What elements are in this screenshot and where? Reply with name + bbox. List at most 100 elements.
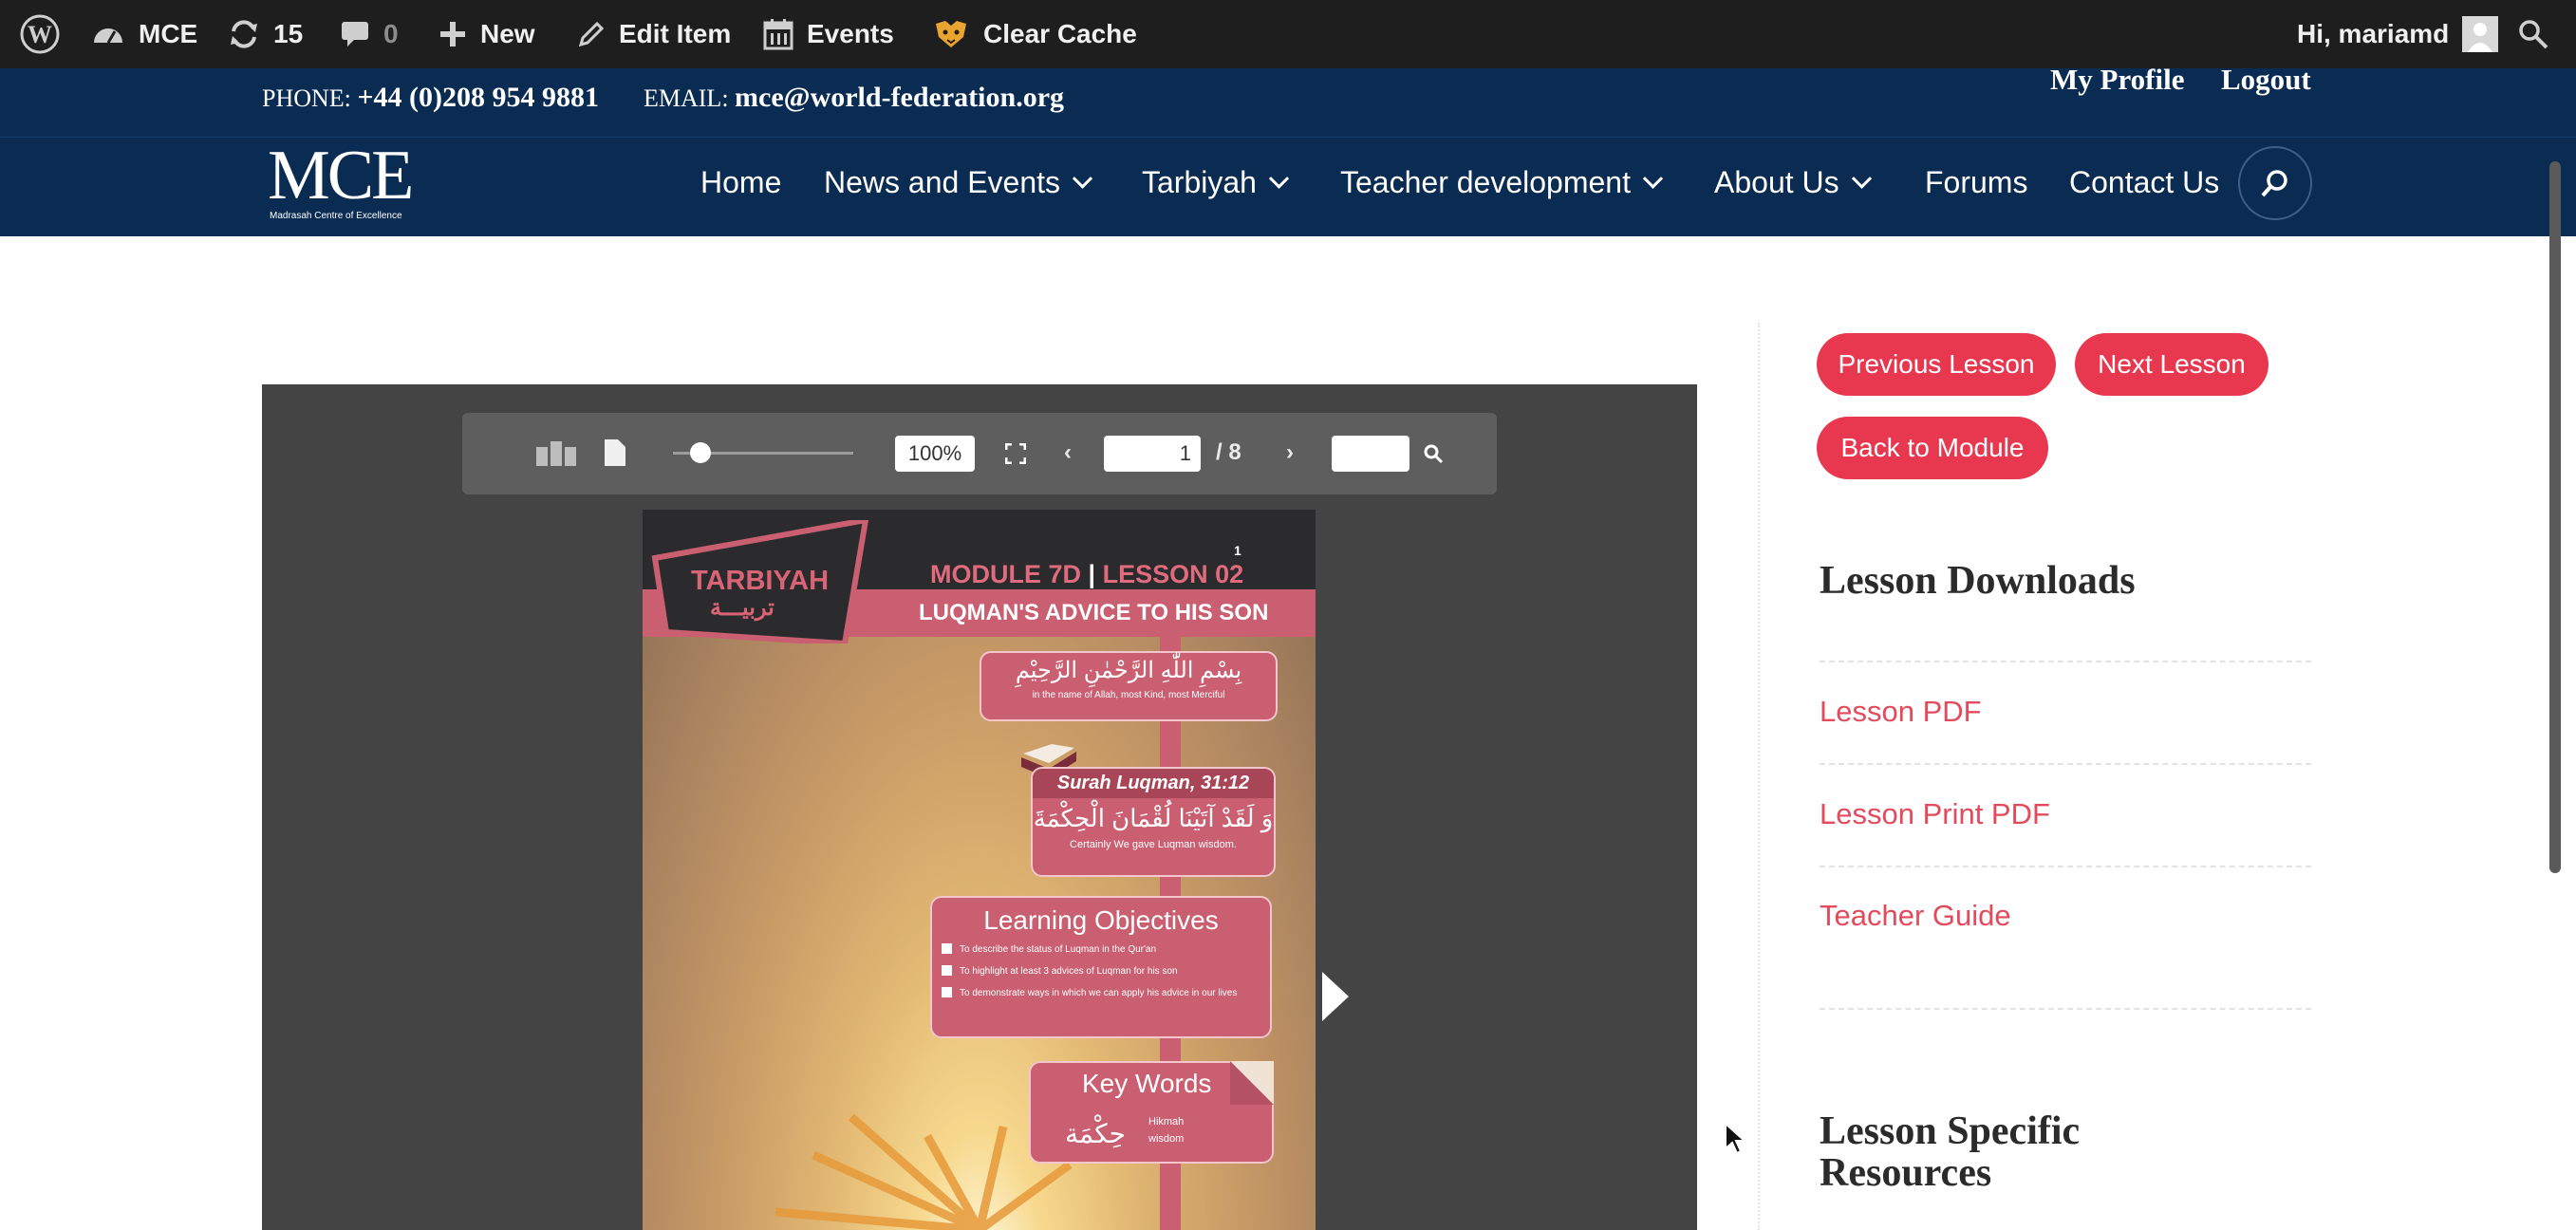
chevron-down-icon	[1642, 168, 1664, 189]
cheetah-icon	[932, 18, 970, 50]
clear-cache-label: Clear Cache	[983, 19, 1137, 48]
phone-number[interactable]: +44 (0)208 954 9881	[357, 82, 599, 113]
divider	[1820, 661, 2311, 662]
admin-bar: W MCE 15 0 New Edit Item Events Clear Ca…	[0, 0, 2576, 68]
phone-info: PHONE: +44 (0)208 954 9881	[262, 82, 599, 114]
zoom-slider-handle[interactable]	[689, 442, 711, 463]
fullscreen-icon[interactable]	[1004, 442, 1027, 469]
heading-separator: |	[1088, 560, 1096, 588]
lesson-resources-heading: Lesson Specific Resources	[1820, 1110, 2080, 1194]
checkbox-icon	[942, 987, 952, 997]
objective-text: To highlight at least 3 advices of Luqma…	[960, 966, 1178, 977]
single-page-icon[interactable]	[605, 439, 625, 471]
email-address[interactable]: mce@world-federation.org	[735, 82, 1064, 113]
page-number: 1	[1234, 543, 1241, 558]
email-label: EMAIL:	[644, 84, 729, 112]
chevron-down-icon	[1851, 168, 1872, 189]
search-icon	[2261, 170, 2287, 197]
updates-count: 15	[273, 19, 304, 48]
key-word-english: wisdom	[1148, 1133, 1185, 1145]
refresh-icon	[228, 18, 260, 50]
nav-about-label: About Us	[1714, 164, 1839, 199]
new-content-menu[interactable]: New	[439, 0, 535, 68]
divider	[1820, 1008, 2311, 1010]
surah-reference: Surah Luqman, 31:12	[1033, 769, 1274, 798]
avatar	[2462, 16, 2499, 52]
lesson-pdf-link[interactable]: Lesson PDF	[1820, 695, 1982, 729]
viewer-toolbar: 100% ‹ 1 / 8 ›	[462, 413, 1497, 494]
nav-contact-us[interactable]: Contact Us	[2069, 158, 2219, 207]
objective-text: To describe the status of Luqman in the …	[960, 944, 1157, 955]
updates-menu[interactable]: 15	[228, 0, 303, 68]
bismillah-english: in the name of Allah, most Kind, most Me…	[1032, 690, 1225, 700]
calendar-icon	[763, 18, 793, 50]
page-number-input[interactable]: 1	[1104, 436, 1201, 472]
lesson-label: LESSON 02	[1102, 560, 1244, 588]
dashboard-icon	[91, 20, 125, 48]
svg-text:W: W	[28, 21, 52, 48]
key-word-transliteration: Hikmah	[1148, 1116, 1185, 1128]
tarbiyah-badge-ar: تربيـــة	[710, 595, 775, 621]
objectives-title: Learning Objectives	[983, 905, 1219, 935]
edit-item-label: Edit Item	[619, 19, 732, 48]
thumbnails-icon[interactable]	[536, 441, 578, 471]
nav-home[interactable]: Home	[700, 158, 781, 207]
key-words-box: Key Words حِكْمَة Hikmah wisdom	[1029, 1061, 1274, 1164]
previous-lesson-button[interactable]: Previous Lesson	[1817, 333, 2056, 396]
nav-forums[interactable]: Forums	[1925, 158, 2027, 207]
comment-bubble-icon	[340, 20, 370, 48]
nav-tarbiyah[interactable]: Tarbiyah	[1142, 158, 1290, 207]
page-scrollbar[interactable]	[2549, 161, 2561, 873]
verse-box: Surah Luqman, 31:12 وَ لَقَدْ آتَيْنَا ل…	[1031, 767, 1276, 877]
chevron-down-icon	[1072, 168, 1093, 189]
total-pages: / 8	[1216, 439, 1241, 465]
lesson-downloads-heading: Lesson Downloads	[1820, 559, 2136, 603]
account-menu[interactable]: Hi, mariamd	[2297, 0, 2499, 68]
nav-teacher-label: Teacher development	[1340, 164, 1631, 199]
module-heading: MODULE 7D | LESSON 02	[930, 560, 1243, 589]
site-name-menu[interactable]: MCE	[91, 0, 197, 68]
site-logo[interactable]: MCE	[268, 140, 414, 211]
plus-icon	[439, 20, 467, 48]
objectives-list: To describe the status of Luqman in the …	[942, 943, 1260, 1000]
nav-about-us[interactable]: About Us	[1714, 158, 1872, 207]
clear-cache-button[interactable]: Clear Cache	[932, 0, 1137, 68]
nav-teacher-development[interactable]: Teacher development	[1340, 158, 1664, 207]
next-page-arrow[interactable]	[1322, 972, 1349, 1021]
nav-search-button[interactable]	[2238, 146, 2312, 220]
my-profile-link[interactable]: My Profile	[2050, 63, 2184, 97]
zoom-percent-field[interactable]: 100%	[895, 436, 975, 472]
comments-menu[interactable]: 0	[340, 0, 399, 68]
verse-english: Certainly We gave Luqman wisdom.	[1070, 839, 1237, 850]
viewer-search-icon[interactable]	[1423, 443, 1444, 469]
objective-item: To highlight at least 3 advices of Luqma…	[942, 965, 1260, 978]
comments-count: 0	[383, 19, 399, 48]
zoom-slider-track[interactable]	[673, 442, 853, 463]
nav-contact-label: Contact Us	[2069, 164, 2220, 199]
admin-search-icon[interactable]	[2517, 0, 2549, 68]
nav-news-and-events[interactable]: News and Events	[824, 158, 1093, 207]
page-curl-corner	[1230, 1061, 1274, 1105]
checkbox-icon	[942, 965, 952, 976]
phone-label: PHONE:	[262, 84, 351, 112]
divider	[1820, 763, 2311, 765]
chevron-down-icon	[1268, 168, 1290, 189]
resources-heading-line-2: Resources	[1820, 1151, 1992, 1195]
nav-tarbiyah-label: Tarbiyah	[1142, 164, 1257, 199]
next-page-icon[interactable]: ›	[1286, 439, 1294, 466]
verse-arabic: وَ لَقَدْ آتَيْنَا لُقْمَانَ الْحِكْمَةَ	[1033, 804, 1274, 832]
events-menu[interactable]: Events	[763, 0, 894, 68]
previous-page-icon[interactable]: ‹	[1064, 439, 1072, 466]
nav-home-label: Home	[700, 164, 782, 199]
wordpress-logo-icon[interactable]: W	[19, 0, 61, 68]
teacher-guide-link[interactable]: Teacher Guide	[1820, 899, 2011, 933]
viewer-search-input[interactable]	[1332, 436, 1409, 472]
tarbiyah-badge-en: TARBIYAH	[691, 566, 830, 596]
pencil-icon	[577, 20, 606, 48]
next-lesson-button[interactable]: Next Lesson	[2075, 333, 2268, 396]
logout-link[interactable]: Logout	[2221, 63, 2311, 97]
back-to-module-button[interactable]: Back to Module	[1817, 417, 2048, 479]
lesson-subtitle: LUQMAN'S ADVICE TO HIS SON	[919, 600, 1269, 625]
edit-item-link[interactable]: Edit Item	[577, 0, 731, 68]
lesson-print-pdf-link[interactable]: Lesson Print PDF	[1820, 797, 2050, 831]
